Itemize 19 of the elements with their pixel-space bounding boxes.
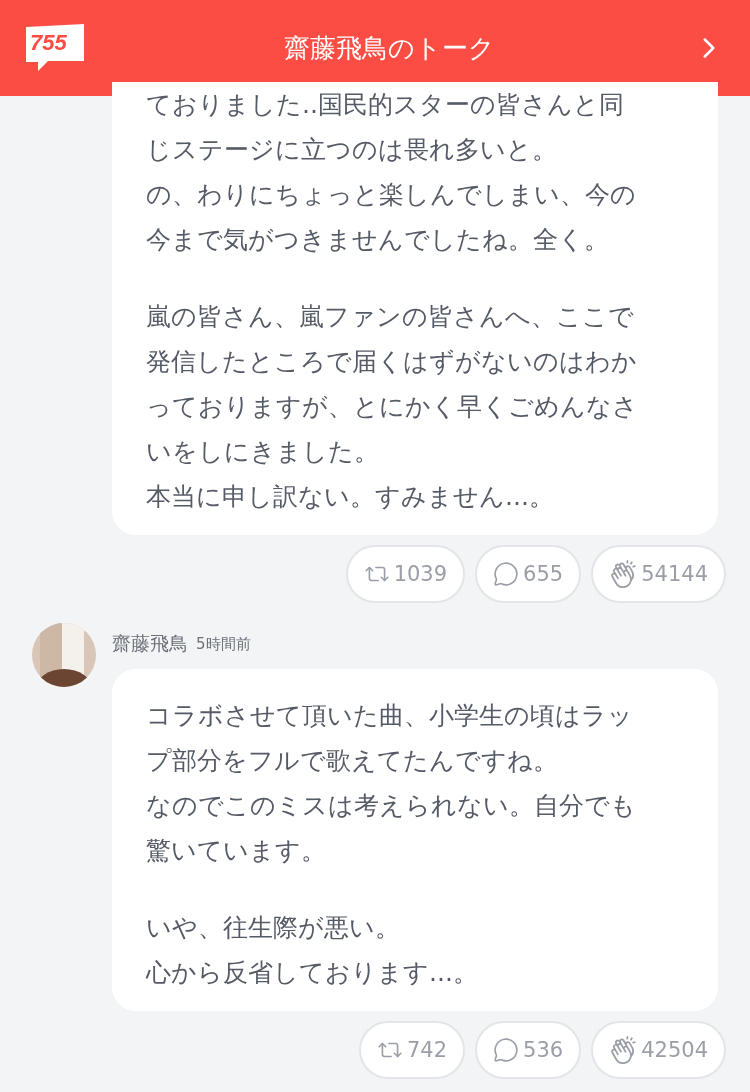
page-title: 齋藤飛鳥のトーク (282, 31, 496, 65)
author-name: 齋藤飛鳥 (112, 631, 188, 656)
clapping-hands-icon (609, 1036, 638, 1064)
message-paragraph: 嵐の皆さん、嵐ファンの皆さんへ、ここで 発信したところで届くはずがないのはわか っておりますが、とにかく早くごめんなさ いをしにきました。 本当に申し訳ない。すみません...。 (146, 301, 639, 513)
comment-button[interactable]: 655 (475, 545, 582, 603)
comment-icon (493, 1037, 520, 1063)
comment-button[interactable]: 536 (475, 1021, 582, 1079)
message-paragraph: コラボさせて頂いた曲、小学生の頃はラッ プ部分をフルで歌えてたんですね。 なのでこのミスは考えられない。自分でも 驚いています。 (146, 700, 637, 867)
repost-button[interactable]: 1039 (345, 545, 466, 603)
logo[interactable]: 755 (24, 23, 86, 73)
clapping-hands-icon (609, 560, 638, 588)
repost-button[interactable]: 742 (359, 1021, 466, 1079)
clap-button[interactable]: 54144 (591, 545, 726, 603)
message-paragraph: ておりました..国民的スターの皆さんと同 じステージに立つのは畏れ多いと。 の、わりにちょっと楽しんでしまい、今の 今まで気がつきませんでしたね。全く。 (146, 89, 637, 256)
clap-button[interactable]: 42504 (591, 1021, 726, 1079)
post-time: 5時間前 (196, 635, 251, 654)
message-paragraph: いや、往生際が悪い。 心から反省しております...。 (146, 912, 479, 989)
logo-text: 755 (30, 30, 67, 56)
comment-icon (493, 561, 520, 587)
